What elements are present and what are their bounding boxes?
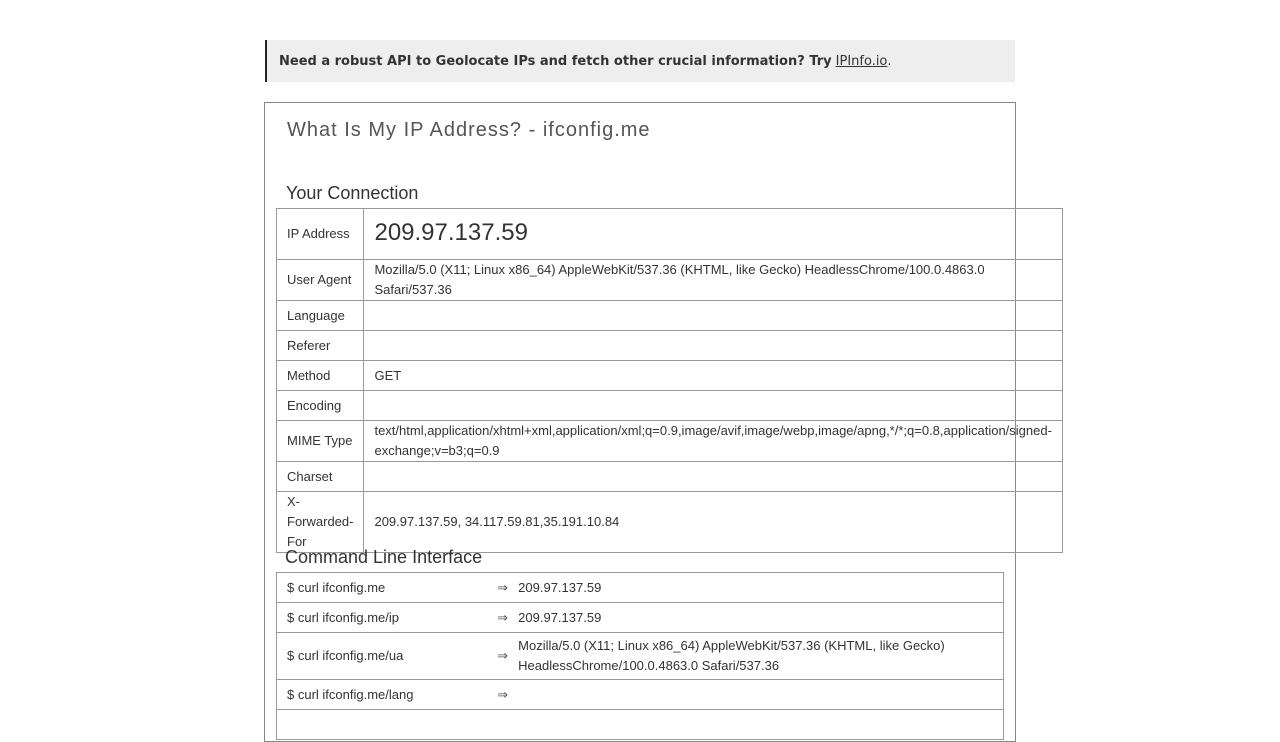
row-label: IP Address <box>275 208 365 260</box>
row-label: User Agent <box>275 259 365 301</box>
row-label: Method <box>275 360 365 391</box>
cli-command: $ curl ifconfig.me/lang <box>275 679 497 710</box>
ipinfo-link[interactable]: IPInfo.io <box>836 54 888 69</box>
table-row: Language <box>275 300 1063 331</box>
promo-banner: Need a robust API to Geolocate IPs and f… <box>265 40 1015 82</box>
table-row: Encoding <box>275 390 1063 421</box>
row-label: Language <box>275 300 365 331</box>
row-label: Charset <box>275 461 365 492</box>
cli-output: Mozilla/5.0 (X11; Linux x86_64) AppleWeb… <box>514 632 1005 680</box>
mime-line-2: exchange;v=b3;q=0.9 <box>374 443 500 458</box>
table-row: $ curl ifconfig.me/ua ⇒ Mozilla/5.0 (X11… <box>275 632 1005 680</box>
cli-command: $ curl ifconfig.me/ip <box>275 602 497 633</box>
language-value <box>363 300 1063 331</box>
cli-heading: Command Line Interface <box>285 547 483 567</box>
arrow-icon: ⇒ <box>496 572 515 603</box>
cli-command <box>275 709 497 740</box>
charset-value <box>363 461 1063 492</box>
table-row: Referer <box>275 330 1063 361</box>
cli-table: $ curl ifconfig.me ⇒ 209.97.137.59 $ cur… <box>275 572 1005 740</box>
ip-address-value: 209.97.137.59 <box>374 218 528 246</box>
table-row <box>275 709 1005 740</box>
cli-command: $ curl ifconfig.me <box>275 572 497 603</box>
connection-table: IP Address 209.97.137.59 User Agent Mozi… <box>275 208 1063 553</box>
table-row: IP Address 209.97.137.59 <box>275 208 1063 260</box>
cli-output <box>514 709 1005 740</box>
table-row: Charset <box>275 461 1063 492</box>
cli-command: $ curl ifconfig.me/ua <box>275 632 497 680</box>
arrow-cell <box>496 709 515 740</box>
row-label: Referer <box>275 330 365 361</box>
promo-text: Need a robust API to Geolocate IPs and f… <box>279 53 832 69</box>
row-value: 209.97.137.59 <box>363 208 1063 260</box>
row-label: X-Forwarded-For <box>275 491 365 553</box>
user-agent-value: Mozilla/5.0 (X11; Linux x86_64) AppleWeb… <box>363 259 1063 301</box>
page-title: What Is My IP Address? - ifconfig.me <box>287 119 651 141</box>
table-row: Method GET <box>275 360 1063 391</box>
cli-output <box>514 679 1005 710</box>
encoding-value <box>363 390 1063 421</box>
table-row: $ curl ifconfig.me/ip ⇒ 209.97.137.59 <box>275 602 1005 633</box>
promo-period: . <box>887 53 892 69</box>
arrow-icon: ⇒ <box>496 602 515 633</box>
connection-heading: Your Connection <box>286 183 419 203</box>
table-row: $ curl ifconfig.me ⇒ 209.97.137.59 <box>275 572 1005 603</box>
table-row: User Agent Mozilla/5.0 (X11; Linux x86_6… <box>275 259 1063 301</box>
mime-line-1: text/html,application/xhtml+xml,applicat… <box>374 423 1052 438</box>
table-row: X-Forwarded-For 209.97.137.59, 34.117.59… <box>275 491 1063 553</box>
cli-output: 209.97.137.59 <box>514 572 1005 603</box>
main-panel: What Is My IP Address? - ifconfig.me You… <box>264 102 1063 742</box>
forwarded-for-value: 209.97.137.59, 34.117.59.81,35.191.10.84 <box>363 491 1063 553</box>
table-row: $ curl ifconfig.me/lang ⇒ <box>275 679 1005 710</box>
row-label: MIME Type <box>275 420 365 462</box>
arrow-icon: ⇒ <box>496 632 515 680</box>
referer-value <box>363 330 1063 361</box>
mime-type-value: text/html,application/xhtml+xml,applicat… <box>363 420 1063 462</box>
cli-output: 209.97.137.59 <box>514 602 1005 633</box>
method-value: GET <box>363 360 1063 391</box>
arrow-icon: ⇒ <box>496 679 515 710</box>
table-row: MIME Type text/html,application/xhtml+xm… <box>275 420 1063 462</box>
row-label: Encoding <box>275 390 365 421</box>
